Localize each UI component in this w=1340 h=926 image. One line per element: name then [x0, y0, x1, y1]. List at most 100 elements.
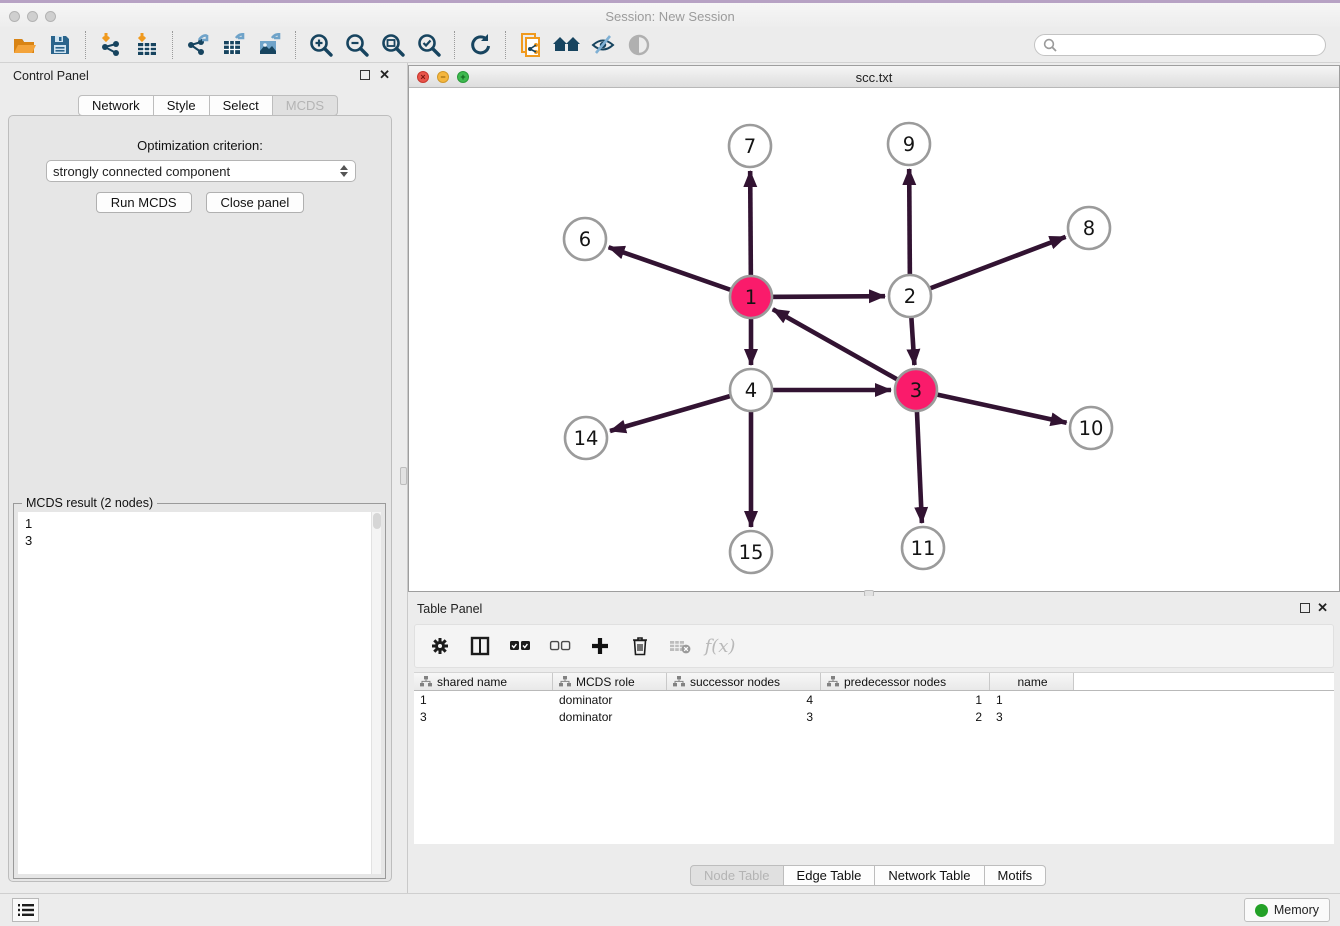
close-panel-icon[interactable]: ✕: [379, 67, 390, 83]
graph-node-15[interactable]: 15: [730, 531, 772, 573]
network-title: scc.txt: [409, 70, 1339, 85]
graph-node-7[interactable]: 7: [729, 125, 771, 167]
export-image-button[interactable]: [252, 29, 288, 61]
tab-select[interactable]: Select: [210, 95, 273, 116]
delete-table-button[interactable]: [667, 633, 693, 659]
svg-text:8: 8: [1083, 217, 1095, 240]
export-table-icon: [221, 32, 247, 58]
zoom-out-button[interactable]: [339, 29, 375, 61]
column-header-successor-nodes[interactable]: successor nodes: [667, 673, 821, 690]
open-folder-icon: [11, 32, 37, 58]
dropdown-stepper-icon: [338, 163, 349, 179]
float-panel-icon[interactable]: [360, 70, 370, 80]
table-row[interactable]: 1 dominator 4 1 1: [414, 691, 1334, 708]
graph-node-14[interactable]: 14: [565, 417, 607, 459]
panel-splitter-vertical[interactable]: [400, 63, 408, 893]
graph-edge-2-8[interactable]: [910, 237, 1066, 296]
run-mcds-button[interactable]: Run MCDS: [96, 192, 192, 213]
mcds-result-title: MCDS result (2 nodes): [22, 496, 157, 510]
graph-node-4[interactable]: 4: [730, 369, 772, 411]
right-area: × − + scc.txt 7968124314101511 Table Pan…: [408, 63, 1340, 893]
export-table-button[interactable]: [216, 29, 252, 61]
network-canvas[interactable]: 7 9 6 8 1 2 4 3 14 10 15 11: [409, 88, 1339, 591]
tab-edge-table[interactable]: Edge Table: [784, 865, 876, 886]
gear-icon: [430, 636, 450, 656]
zoom-in-button[interactable]: [303, 29, 339, 61]
attribute-icon: [673, 676, 685, 687]
import-table-button[interactable]: [129, 29, 165, 61]
splitter-grip[interactable]: [400, 467, 407, 485]
graph-edge-3-10[interactable]: [916, 390, 1067, 423]
select-all-columns-button[interactable]: [507, 633, 533, 659]
import-network-button[interactable]: [93, 29, 129, 61]
zoom-selected-button[interactable]: [411, 29, 447, 61]
graph-edge-1-6[interactable]: [609, 247, 751, 297]
delete-column-button[interactable]: [627, 633, 653, 659]
network-frame-titlebar[interactable]: × − + scc.txt: [409, 66, 1339, 88]
clone-network-button[interactable]: [513, 29, 549, 61]
zoom-out-icon: [344, 32, 370, 58]
graph-node-1[interactable]: 1: [730, 276, 772, 318]
graph-node-2[interactable]: 2: [889, 275, 931, 317]
search-input[interactable]: [1062, 38, 1317, 52]
graph-node-6[interactable]: 6: [564, 218, 606, 260]
float-panel-icon[interactable]: [1300, 603, 1310, 613]
show-panel-button[interactable]: [621, 29, 657, 61]
tab-style[interactable]: Style: [154, 95, 210, 116]
result-scrollbar[interactable]: [371, 512, 381, 874]
result-line: 1: [25, 515, 381, 532]
unselect-all-columns-button[interactable]: [547, 633, 573, 659]
node-table-header: shared name MCDS role successor nodes: [414, 672, 1334, 691]
result-line: 3: [25, 532, 381, 549]
main-toolbar: [0, 27, 1340, 63]
graph-node-8[interactable]: 8: [1068, 207, 1110, 249]
tab-node-table[interactable]: Node Table: [690, 865, 784, 886]
column-header-name[interactable]: name: [990, 673, 1074, 690]
network-view-frame: × − + scc.txt 7 9 6 8 1 2 4 3 14 10 15 11: [408, 65, 1340, 592]
table-scrollbar[interactable]: [414, 844, 1334, 863]
mcds-result-area[interactable]: 1 3: [18, 512, 381, 874]
function-builder-button[interactable]: f(x): [707, 633, 733, 659]
node-table[interactable]: shared name MCDS role successor nodes: [414, 672, 1334, 844]
memory-button[interactable]: Memory: [1244, 898, 1330, 922]
save-session-button[interactable]: [42, 29, 78, 61]
graph-edge-3-1[interactable]: [773, 309, 916, 390]
graph-node-11[interactable]: 11: [902, 527, 944, 569]
export-image-icon: [257, 32, 283, 58]
open-session-button[interactable]: [6, 29, 42, 61]
search-box: [1034, 34, 1326, 56]
toolbar-separator: [454, 31, 455, 59]
eye-slash-icon: [590, 32, 616, 58]
memory-status-icon: [1255, 904, 1268, 917]
control-panel-header: Control Panel ✕: [0, 63, 400, 89]
graph-node-9[interactable]: 9: [888, 123, 930, 165]
tab-network-table[interactable]: Network Table: [875, 865, 984, 886]
tab-mcds[interactable]: MCDS: [273, 95, 338, 116]
add-column-button[interactable]: [587, 633, 613, 659]
graph-node-10[interactable]: 10: [1070, 407, 1112, 449]
toolbar-separator: [172, 31, 173, 59]
close-panel-icon[interactable]: ✕: [1317, 600, 1328, 616]
close-panel-button[interactable]: Close panel: [206, 192, 305, 213]
export-network-button[interactable]: [180, 29, 216, 61]
svg-text:4: 4: [745, 379, 757, 402]
column-header-shared-name[interactable]: shared name: [414, 673, 553, 690]
column-view-button[interactable]: [467, 633, 493, 659]
tab-network[interactable]: Network: [78, 95, 154, 116]
checked-boxes-icon: [509, 639, 531, 653]
hide-panel-button[interactable]: [585, 29, 621, 61]
table-row[interactable]: 3 dominator 3 2 3: [414, 708, 1334, 725]
clone-network-icon: [518, 32, 544, 58]
trash-icon: [631, 636, 649, 656]
criterion-dropdown[interactable]: strongly connected component: [46, 160, 356, 182]
table-settings-button[interactable]: [427, 633, 453, 659]
graph-node-3[interactable]: 3: [895, 369, 937, 411]
column-header-predecessor-nodes[interactable]: predecessor nodes: [821, 673, 990, 690]
home-button[interactable]: [549, 29, 585, 61]
tab-motifs[interactable]: Motifs: [985, 865, 1047, 886]
column-header-mcds-role[interactable]: MCDS role: [553, 673, 667, 690]
task-history-button[interactable]: [12, 898, 39, 922]
zoom-fit-button[interactable]: [375, 29, 411, 61]
svg-text:7: 7: [744, 135, 756, 158]
apply-layout-button[interactable]: [462, 29, 498, 61]
